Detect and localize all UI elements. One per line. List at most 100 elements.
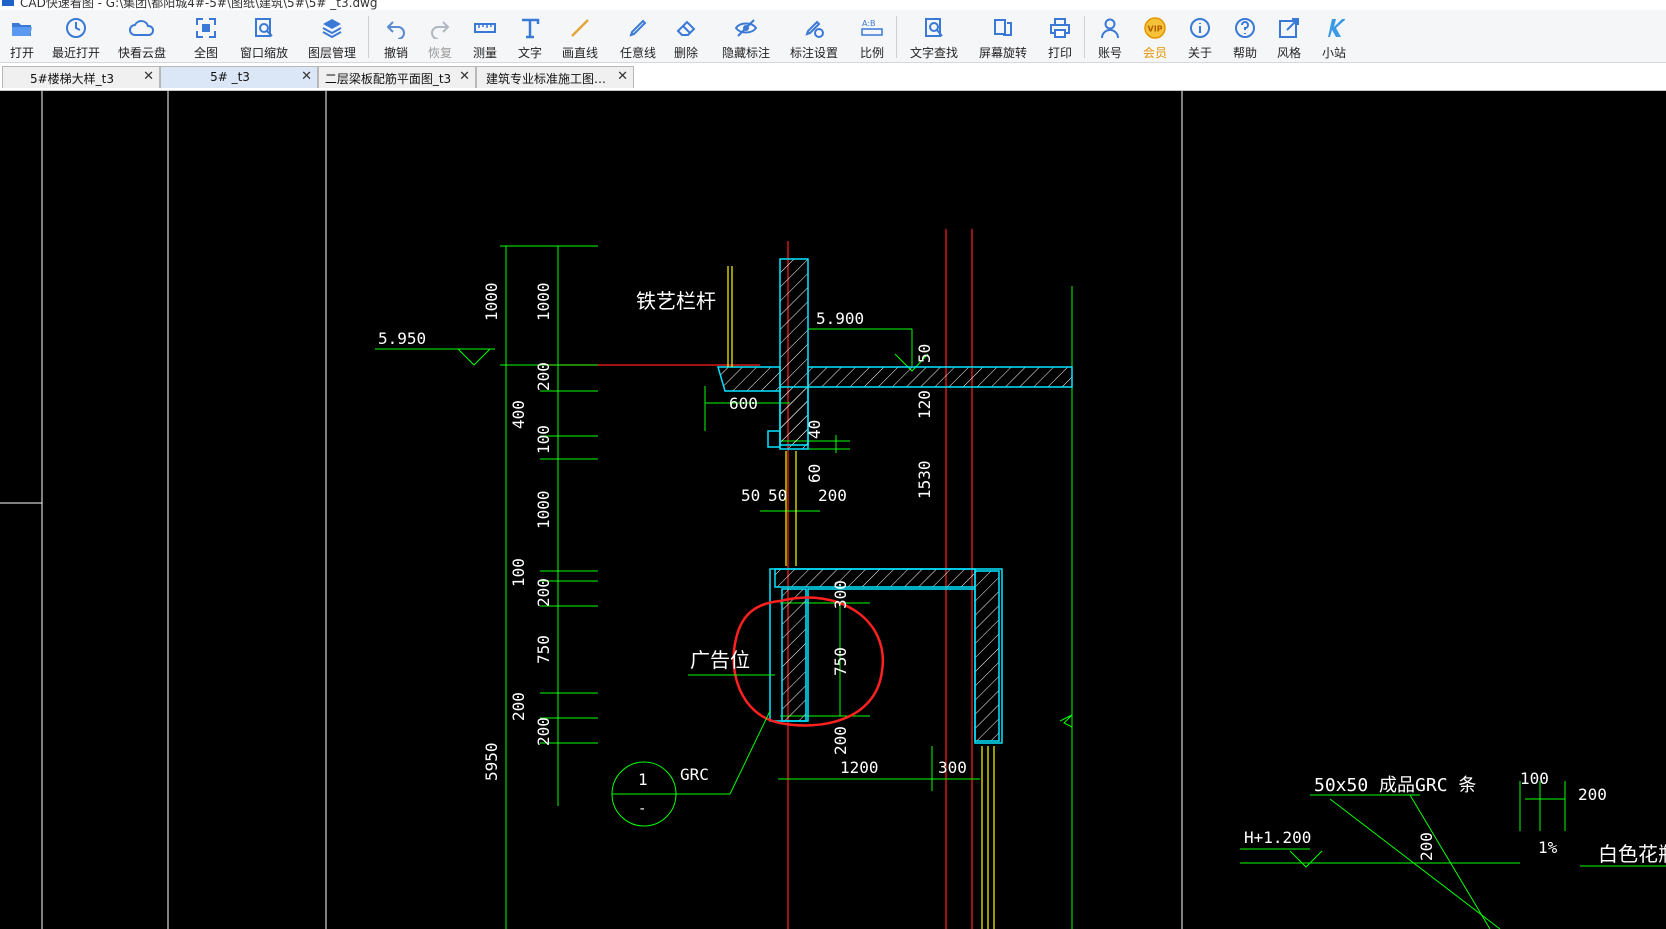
main-toolbar: 打开 最近打开 快看云盘 全图 窗口缩放 图层管理 撤销 恢复 测量 文字 画直… [0, 10, 1666, 63]
ad-position-label: 广告位 [690, 648, 750, 672]
line-icon [567, 15, 593, 41]
hide-annotation-button[interactable]: 隐藏标注 [718, 10, 774, 62]
tab-beam-slab-plan[interactable]: 二层梁板配筋平面图_t3 ✕ [318, 66, 476, 88]
white-vase-label: 白色花瓶 [1598, 842, 1666, 866]
fit-all-icon [193, 15, 219, 41]
text-search-button[interactable]: 文字查找 [906, 10, 962, 62]
folder-open-icon [9, 15, 35, 41]
dim-750-right: 750 [831, 647, 850, 676]
viewport-frame-lines [0, 91, 1183, 929]
dim-200-c: 200 [509, 692, 528, 721]
fit-all-button[interactable]: 全图 [190, 10, 222, 62]
annotation-settings-button[interactable]: 标注设置 [786, 10, 842, 62]
railing-label: 铁艺栏杆 [636, 289, 716, 313]
ruler-icon [472, 15, 498, 41]
draw-line-button[interactable]: 画直线 [558, 10, 602, 62]
vip-icon: VIP [1142, 15, 1168, 41]
undo-icon [383, 15, 409, 41]
dim-200-right: 200 [1578, 785, 1607, 804]
dim-100-right: 100 [1520, 769, 1549, 788]
toolbar-separator [1084, 16, 1085, 58]
dim-100-b: 100 [509, 558, 528, 587]
account-button[interactable]: 账号 [1094, 10, 1126, 62]
style-icon [1276, 15, 1302, 41]
dim-1530: 1530 [915, 460, 934, 499]
cloud-icon [129, 15, 155, 41]
dim-200-a: 200 [534, 362, 553, 391]
text-search-icon [921, 15, 947, 41]
dim-300-bottom: 300 [938, 758, 967, 777]
style-button[interactable]: 风格 [1273, 10, 1305, 62]
dim-1000-low: 1000 [534, 490, 553, 529]
site-button[interactable]: 小站 [1318, 10, 1350, 62]
elevation-mid: 5.900 [816, 309, 864, 328]
layer-manager-button[interactable]: 图层管理 [304, 10, 360, 62]
layers-icon [319, 15, 345, 41]
drawing-canvas[interactable]: 铁艺栏杆 5.950 5.900 广告位 GRC 1 - 50x50 成品GRC… [0, 91, 1666, 929]
text-button[interactable]: 文字 [514, 10, 546, 62]
canopy-frame [769, 568, 1003, 744]
grc-strip-label: 50x50 成品GRC 条 [1314, 775, 1476, 796]
dim-120: 120 [915, 390, 934, 419]
freehand-line-button[interactable]: 任意线 [616, 10, 660, 62]
dim-5950: 5950 [482, 742, 501, 781]
tab-close-icon[interactable]: ✕ [143, 69, 154, 84]
dim-200-top: 200 [818, 486, 847, 505]
window-title: CAD快速看图 - G:\集团\都阳城4#-5#\图纸\建筑\5#\5# _t3… [20, 0, 378, 10]
dim-50-b: 50 [768, 486, 787, 505]
dim-200-d: 200 [534, 717, 553, 746]
open-button[interactable]: 打开 [6, 10, 38, 62]
info-icon [1187, 15, 1213, 41]
svg-text:VIP: VIP [1148, 25, 1163, 34]
eye-hide-icon [733, 15, 759, 41]
document-tab-bar: 5#楼梯大样_t3 ✕ 5# _t3 ✕ 二层梁板配筋平面图_t3 ✕ 建筑专业… [0, 63, 1666, 91]
tab-close-icon[interactable]: ✕ [617, 69, 628, 84]
help-button[interactable]: 帮助 [1229, 10, 1261, 62]
printer-icon [1047, 15, 1073, 41]
about-button[interactable]: 关于 [1184, 10, 1216, 62]
elevation-right: H+1.200 [1244, 828, 1311, 847]
tab-current-drawing[interactable]: 5# _t3 ✕ [160, 66, 318, 88]
toolbar-separator [368, 16, 369, 58]
eraser-icon [673, 15, 699, 41]
redo-button[interactable]: 恢复 [424, 10, 456, 62]
print-button[interactable]: 打印 [1044, 10, 1076, 62]
cloud-disk-button[interactable]: 快看云盘 [114, 10, 170, 62]
dim-1000-mid: 1000 [534, 282, 553, 321]
dim-100-a: 100 [534, 425, 553, 454]
redo-icon [427, 15, 453, 41]
detail-sheet: - [638, 801, 646, 817]
zoom-window-button[interactable]: 窗口缩放 [236, 10, 292, 62]
scale-icon: A:B [859, 15, 885, 41]
tab-close-icon[interactable]: ✕ [459, 69, 470, 84]
elevation-left: 5.950 [378, 329, 426, 348]
rotate-screen-button[interactable]: 屏幕旋转 [975, 10, 1031, 62]
railing-lines [727, 266, 995, 929]
site-icon [1321, 15, 1347, 41]
tab-standard-drawings[interactable]: 建筑专业标准施工图… ✕ [476, 66, 634, 88]
history-icon [63, 15, 89, 41]
dim-200-f: 200 [831, 726, 850, 755]
dim-60: 60 [805, 464, 824, 483]
delete-button[interactable]: 删除 [670, 10, 702, 62]
pen-icon [625, 15, 651, 41]
annotation-settings-icon [801, 15, 827, 41]
recent-open-button[interactable]: 最近打开 [48, 10, 104, 62]
vip-button[interactable]: VIP 会员 [1139, 10, 1171, 62]
rotate-screen-icon [990, 15, 1016, 41]
undo-button[interactable]: 撤销 [380, 10, 412, 62]
dim-50-vert: 50 [915, 344, 934, 363]
measure-button[interactable]: 测量 [469, 10, 501, 62]
dim-600: 600 [729, 394, 758, 413]
tab-close-icon[interactable]: ✕ [301, 69, 312, 84]
scale-button[interactable]: A:B 比例 [856, 10, 888, 62]
dim-750-left: 750 [534, 635, 553, 664]
tab-stair-detail[interactable]: 5#楼梯大样_t3 ✕ [2, 66, 160, 88]
svg-text:A:B: A:B [862, 19, 876, 28]
zoom-window-icon [251, 15, 277, 41]
dim-200-h: 200 [1417, 832, 1436, 861]
dim-1000-left: 1000 [482, 282, 501, 321]
dim-1200: 1200 [840, 758, 879, 777]
dim-400: 400 [509, 400, 528, 429]
user-icon [1097, 15, 1123, 41]
